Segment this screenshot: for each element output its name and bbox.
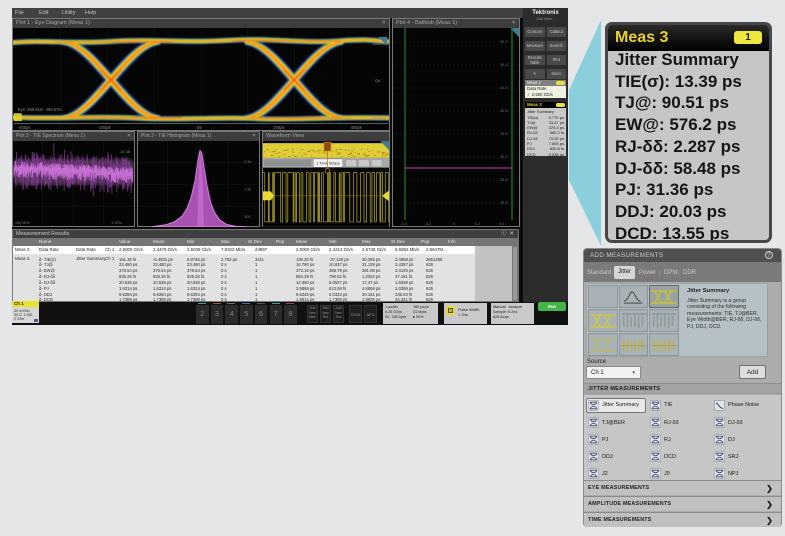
svg-text:0V: 0V (375, 78, 380, 83)
svg-text:1E-9: 1E-9 (500, 201, 508, 205)
svg-text:1E-7: 1E-7 (500, 155, 508, 159)
svg-text:1E-8: 1E-8 (500, 178, 508, 182)
svg-text:-400ps: -400ps (18, 125, 31, 130)
svg-text:1E-3: 1E-3 (500, 63, 508, 67)
svg-text:1E-4: 1E-4 (500, 86, 508, 90)
svg-text:1 GHz: 1 GHz (111, 221, 122, 225)
svg-text:-0.2: -0.2 (425, 222, 431, 226)
svg-text:100 MHz: 100 MHz (15, 221, 30, 225)
svg-text:400ps: 400ps (351, 125, 362, 130)
svg-text:0.2: 0.2 (475, 222, 480, 226)
svg-text:1E-2: 1E-2 (500, 40, 508, 44)
svg-text:-300mV: -300mV (370, 116, 385, 121)
svg-text:-200ps: -200ps (98, 125, 111, 130)
svg-text:0.4: 0.4 (499, 222, 504, 226)
svg-text:200ps: 200ps (273, 125, 284, 130)
svg-text:2.5k: 2.5k (244, 160, 251, 164)
svg-text:-0.4: -0.4 (401, 222, 407, 226)
svg-text:1E-6: 1E-6 (500, 132, 508, 136)
svg-text:1 Time 500ps: 1 Time 500ps (316, 160, 340, 165)
svg-text:500: 500 (244, 215, 250, 219)
svg-text:0s: 0s (197, 125, 201, 130)
svg-text:Eye: 499.81m 499.87m: Eye: 499.81m 499.87m (18, 107, 63, 112)
svg-text:1E-5: 1E-5 (500, 109, 508, 113)
svg-text:1.5k: 1.5k (244, 187, 251, 191)
svg-text:0: 0 (453, 222, 455, 226)
svg-text:-20 dB: -20 dB (119, 150, 130, 154)
